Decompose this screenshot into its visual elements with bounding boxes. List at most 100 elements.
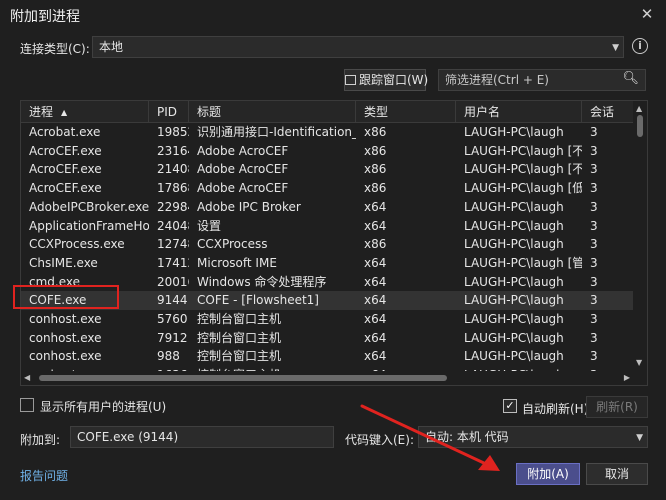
- cell-title: COFE - [Flowsheet1]: [197, 293, 319, 308]
- cell-pid: 5760: [157, 312, 188, 326]
- table-row[interactable]: conhost.exe 7912 控制台窗口主机 x64 LAUGH-PC\laugh 3: [21, 329, 633, 348]
- cell-process: Acrobat.exe: [29, 125, 101, 139]
- scroll-right-icon[interactable]: ▶: [624, 373, 630, 382]
- cell-session: 3: [590, 125, 598, 139]
- cell-type: x86: [364, 181, 387, 196]
- cell-username: LAUGH-PC\laugh: [464, 274, 564, 289]
- cell-session: 3: [590, 274, 598, 289]
- cell-title: 控制台窗口主机: [197, 330, 282, 345]
- cell-session: 3: [590, 181, 598, 196]
- cell-username: LAUGH-PC\laugh: [464, 199, 564, 214]
- cancel-button[interactable]: 取消: [586, 463, 648, 485]
- cell-pid: 19852: [157, 125, 189, 139]
- connection-type-select[interactable]: 本地 ▼: [92, 36, 624, 58]
- close-icon[interactable]: ✕: [636, 4, 658, 24]
- cell-title: 控制台窗口主机: [197, 349, 282, 364]
- cell-username: LAUGH-PC\laugh: [464, 125, 564, 139]
- auto-refresh-label: 自动刷新(H): [522, 402, 589, 416]
- scroll-left-icon[interactable]: ◀: [24, 373, 30, 382]
- chevron-down-icon: ▼: [636, 433, 643, 443]
- cell-title: Adobe AcroCEF: [197, 162, 289, 177]
- follow-window-button[interactable]: 跟踪窗口(W): [344, 69, 429, 91]
- cell-session: 3: [590, 162, 598, 177]
- table-row[interactable]: ChsIME.exe 17412 Microsoft IME x64 LAUGH-PC\…: [21, 254, 633, 273]
- table-row[interactable]: CCXProcess.exe 12748 CCXProcess x86 LAUGH-PC…: [21, 235, 633, 254]
- title-bar: 附加到进程 ✕: [0, 0, 666, 30]
- cell-pid: 22984: [157, 199, 189, 214]
- cell-username: LAUGH-PC\laugh [管...: [464, 255, 582, 270]
- scroll-down-icon[interactable]: ▼: [636, 358, 642, 367]
- cell-session: 3: [590, 255, 598, 270]
- cell-pid: 23164: [157, 143, 189, 158]
- auto-refresh-checkbox[interactable]: ✓: [503, 399, 517, 413]
- table-row[interactable]: AcroCEF.exe 23164 Adobe AcroCEF x86 LAUGH-PC…: [21, 142, 633, 161]
- table-row[interactable]: Acrobat.exe 19852 识别通用接口-Identification_Co…: [21, 123, 633, 142]
- cell-pid: 7912: [157, 330, 188, 345]
- cell-session: 3: [590, 312, 598, 326]
- cell-username: LAUGH-PC\laugh: [464, 218, 564, 233]
- cell-pid: 12748: [157, 237, 189, 252]
- cell-process: AcroCEF.exe: [29, 181, 102, 196]
- table-header: 进程 ▲ PID 标题 类型 用户名 会话: [21, 101, 633, 123]
- cell-session: 3: [590, 349, 598, 364]
- show-all-users-checkbox[interactable]: [20, 398, 34, 412]
- cell-type: x86: [364, 162, 387, 177]
- cell-type: x86: [364, 125, 387, 139]
- cell-process: conhost.exe: [29, 312, 102, 326]
- attach-to-label: 附加到:: [20, 433, 61, 447]
- cell-title: Adobe IPC Broker: [197, 199, 301, 214]
- cell-type: x64: [364, 349, 387, 364]
- cell-title: 识别通用接口-Identification_Co...: [197, 125, 356, 139]
- column-header-title[interactable]: 标题: [189, 101, 356, 123]
- cell-type: x64: [364, 199, 387, 214]
- cell-pid: 988: [157, 349, 180, 364]
- horizontal-scrollbar[interactable]: ◀ ▶: [21, 371, 633, 385]
- cell-title: Adobe AcroCEF: [197, 181, 289, 196]
- cell-session: 3: [590, 237, 598, 252]
- refresh-button[interactable]: 刷新(R): [586, 396, 648, 418]
- cell-type: x64: [364, 274, 387, 289]
- selection-highlight-box: [13, 285, 119, 309]
- process-table[interactable]: 进程▲ PID 标题 类型 用户名 会话 Acrobat.exe 19852 识别通…: [20, 100, 648, 386]
- vertical-scroll-thumb[interactable]: [637, 115, 643, 137]
- column-header-process[interactable]: 进程 ▲: [21, 101, 149, 123]
- connection-type-value: 本地: [99, 40, 124, 54]
- code-type-select[interactable]: 自动: 本机 代码 ▼: [418, 426, 648, 448]
- cell-session: 3: [590, 199, 598, 214]
- column-header-session[interactable]: 会话: [582, 101, 633, 123]
- sort-asc-icon: ▲: [61, 108, 68, 117]
- follow-window-label: 跟踪窗口(W): [359, 73, 429, 87]
- table-row[interactable]: AcroCEF.exe 17868 Adobe AcroCEF x86 LAUGH-PC…: [21, 179, 633, 198]
- attach-button[interactable]: 附加(A): [516, 463, 580, 485]
- vertical-scrollbar[interactable]: ▲ ▼: [633, 101, 647, 385]
- cell-pid: 24048: [157, 218, 189, 233]
- cell-pid: 20016: [157, 274, 189, 289]
- column-header-username[interactable]: 用户名: [456, 101, 582, 123]
- cell-process: AdobeIPCBroker.exe: [29, 199, 149, 214]
- cell-title: 控制台窗口主机: [197, 312, 282, 326]
- column-header-type[interactable]: 类型: [356, 101, 456, 123]
- cell-title: Microsoft IME: [197, 255, 277, 270]
- report-issue-link[interactable]: 报告问题: [20, 467, 68, 484]
- horizontal-scroll-thumb[interactable]: [39, 375, 447, 381]
- cell-session: 3: [590, 143, 598, 158]
- cell-type: x86: [364, 237, 387, 252]
- cell-type: x64: [364, 218, 387, 233]
- cell-session: 3: [590, 218, 598, 233]
- window-title: 附加到进程: [10, 9, 80, 25]
- table-row[interactable]: ApplicationFrameHos... 24048 设置 x64 LAUGH-PC…: [21, 217, 633, 236]
- attach-to-field[interactable]: COFE.exe (9144): [70, 426, 334, 448]
- table-row[interactable]: AcroCEF.exe 21408 Adobe AcroCEF x86 LAUGH-PC…: [21, 160, 633, 179]
- scroll-up-icon[interactable]: ▲: [636, 104, 642, 113]
- cell-type: x64: [364, 293, 387, 308]
- search-icon[interactable]: 🔍︎: [622, 71, 639, 87]
- cell-username: LAUGH-PC\laugh [不...: [464, 162, 582, 177]
- filter-process-input[interactable]: 筛选进程(Ctrl + E) 🔍︎: [438, 69, 646, 91]
- info-icon[interactable]: i: [632, 38, 648, 54]
- column-header-pid[interactable]: PID: [149, 101, 189, 123]
- table-row[interactable]: conhost.exe 5760 控制台窗口主机 x64 LAUGH-PC\laugh 3: [21, 310, 633, 329]
- table-row[interactable]: AdobeIPCBroker.exe 22984 Adobe IPC Broker x…: [21, 198, 633, 217]
- connection-type-label: 连接类型(C):: [20, 42, 90, 56]
- table-row[interactable]: conhost.exe 988 控制台窗口主机 x64 LAUGH-PC\laugh 3: [21, 347, 633, 366]
- cell-username: LAUGH-PC\laugh: [464, 330, 564, 345]
